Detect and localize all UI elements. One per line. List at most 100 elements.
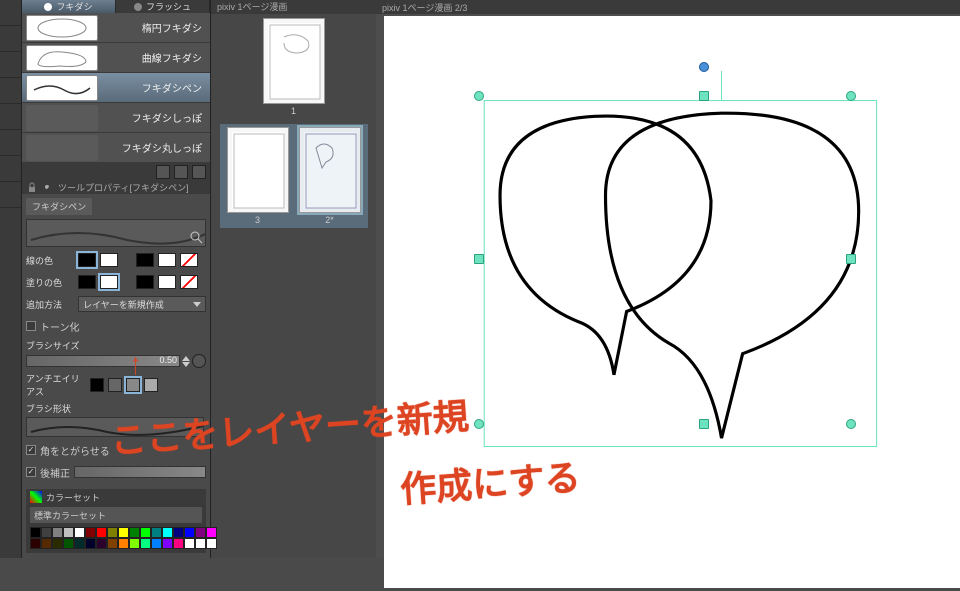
- palette-swatch[interactable]: [96, 538, 107, 549]
- palette-swatch[interactable]: [151, 538, 162, 549]
- palette-swatch[interactable]: [184, 538, 195, 549]
- brush-size-preset-icon[interactable]: [192, 354, 206, 368]
- bbox-handle[interactable]: [474, 91, 484, 101]
- palette-swatch[interactable]: [30, 538, 41, 549]
- palette-swatch[interactable]: [85, 538, 96, 549]
- flash-icon: [134, 3, 142, 11]
- wrench-icon[interactable]: [42, 182, 54, 194]
- palette-swatch[interactable]: [30, 527, 41, 538]
- lock-icon[interactable]: [26, 182, 38, 194]
- palette-swatch[interactable]: [173, 538, 184, 549]
- corner-row: 角をとがらせる: [26, 441, 206, 459]
- page-thumb-3[interactable]: 3: [223, 127, 293, 225]
- palette-swatch[interactable]: [184, 527, 195, 538]
- palette-swatch[interactable]: [195, 527, 206, 538]
- subtool-menu-icon[interactable]: [156, 165, 170, 179]
- tab-flash[interactable]: フラッシュ: [116, 0, 210, 13]
- tool-property-tab[interactable]: フキダシペン: [26, 198, 92, 215]
- palette-swatch[interactable]: [173, 527, 184, 538]
- palette-swatch[interactable]: [52, 538, 63, 549]
- fill-color-black[interactable]: [136, 275, 154, 289]
- brush-shape-preview[interactable]: [26, 417, 204, 437]
- bbox-handle[interactable]: [846, 254, 856, 264]
- tool-slot[interactable]: [0, 78, 21, 104]
- line-color-white[interactable]: [158, 253, 176, 267]
- tool-slot[interactable]: [0, 130, 21, 156]
- subtool-balloon-round-tail[interactable]: フキダシ丸しっぽ: [22, 133, 210, 163]
- aa-option-none[interactable]: [90, 378, 104, 392]
- aa-option-strong[interactable]: [144, 378, 158, 392]
- tool-strip: [0, 0, 22, 558]
- bbox-handle[interactable]: [474, 419, 484, 429]
- page-thumb-2[interactable]: 2*: [295, 127, 365, 225]
- subtool-balloon-tail[interactable]: フキダシしっぽ: [22, 103, 210, 133]
- fill-color-none[interactable]: [180, 275, 198, 289]
- bbox-handle[interactable]: [474, 254, 484, 264]
- palette-swatch[interactable]: [140, 527, 151, 538]
- palette-swatch[interactable]: [96, 527, 107, 538]
- palette-swatch[interactable]: [129, 538, 140, 549]
- new-subtool-icon[interactable]: [174, 165, 188, 179]
- post-correct-checkbox[interactable]: [26, 467, 36, 477]
- delete-subtool-icon[interactable]: [192, 165, 206, 179]
- palette-swatch[interactable]: [206, 538, 217, 549]
- palette-swatch[interactable]: [195, 538, 206, 549]
- palette-swatch[interactable]: [162, 527, 173, 538]
- tool-slot[interactable]: [0, 182, 21, 208]
- brush-size-up[interactable]: [182, 356, 190, 361]
- corner-checkbox[interactable]: [26, 445, 36, 455]
- palette-swatch[interactable]: [52, 527, 63, 538]
- palette-swatch[interactable]: [63, 527, 74, 538]
- palette-swatch[interactable]: [107, 527, 118, 538]
- palette-swatch[interactable]: [63, 538, 74, 549]
- line-color-none[interactable]: [180, 253, 198, 267]
- line-color-black[interactable]: [136, 253, 154, 267]
- palette-swatch[interactable]: [151, 527, 162, 538]
- rotation-handle[interactable]: [699, 62, 709, 72]
- brush-size-slider[interactable]: 0.50: [26, 355, 180, 367]
- palette-swatch[interactable]: [162, 538, 173, 549]
- aa-option-weak[interactable]: [108, 378, 122, 392]
- bbox-handle[interactable]: [846, 91, 856, 101]
- palette-swatch[interactable]: [41, 527, 52, 538]
- post-correct-slider[interactable]: [74, 466, 206, 478]
- palette-swatch[interactable]: [74, 538, 85, 549]
- tool-slot[interactable]: [0, 26, 21, 52]
- tab-fukidashi[interactable]: フキダシ: [22, 0, 116, 13]
- canvas-tab[interactable]: pixiv 1ページ漫画 2/3: [376, 0, 960, 14]
- bbox-handle[interactable]: [699, 91, 709, 101]
- fill-color-main[interactable]: [78, 275, 96, 289]
- add-method-dropdown[interactable]: レイヤーを新規作成: [78, 296, 206, 312]
- tool-slot[interactable]: [0, 104, 21, 130]
- fill-color-sub[interactable]: [100, 275, 118, 289]
- subtool-balloon-pen[interactable]: フキダシペン: [22, 73, 210, 103]
- palette-swatch[interactable]: [118, 538, 129, 549]
- palette-swatch[interactable]: [118, 527, 129, 538]
- aa-option-mid[interactable]: [126, 378, 140, 392]
- palette-swatch[interactable]: [140, 538, 151, 549]
- line-color-sub[interactable]: [100, 253, 118, 267]
- subtool-label: フキダシペン: [104, 80, 206, 95]
- tool-slot[interactable]: [0, 0, 21, 26]
- palette-swatch[interactable]: [206, 527, 217, 538]
- tone-checkbox[interactable]: [26, 321, 36, 331]
- bbox-handle[interactable]: [846, 419, 856, 429]
- page-thumb-1[interactable]: 1: [259, 18, 329, 116]
- line-color-main[interactable]: [78, 253, 96, 267]
- palette-swatch[interactable]: [41, 538, 52, 549]
- subtool-curve-balloon[interactable]: 曲線フキダシ: [22, 43, 210, 73]
- colorset-dropdown[interactable]: 標準カラーセット: [30, 507, 202, 523]
- palette-swatch[interactable]: [74, 527, 85, 538]
- subtool-ellipse-balloon[interactable]: 楕円フキダシ: [22, 13, 210, 43]
- tool-slot[interactable]: [0, 52, 21, 78]
- magnifier-icon[interactable]: [189, 230, 203, 244]
- brush-size-down[interactable]: [182, 362, 190, 367]
- bbox-handle[interactable]: [699, 419, 709, 429]
- canvas-paper[interactable]: [384, 16, 960, 588]
- colorset-panel: カラーセット 標準カラーセット: [26, 489, 206, 553]
- palette-swatch[interactable]: [85, 527, 96, 538]
- palette-swatch[interactable]: [129, 527, 140, 538]
- tool-slot[interactable]: [0, 156, 21, 182]
- fill-color-white[interactable]: [158, 275, 176, 289]
- palette-swatch[interactable]: [107, 538, 118, 549]
